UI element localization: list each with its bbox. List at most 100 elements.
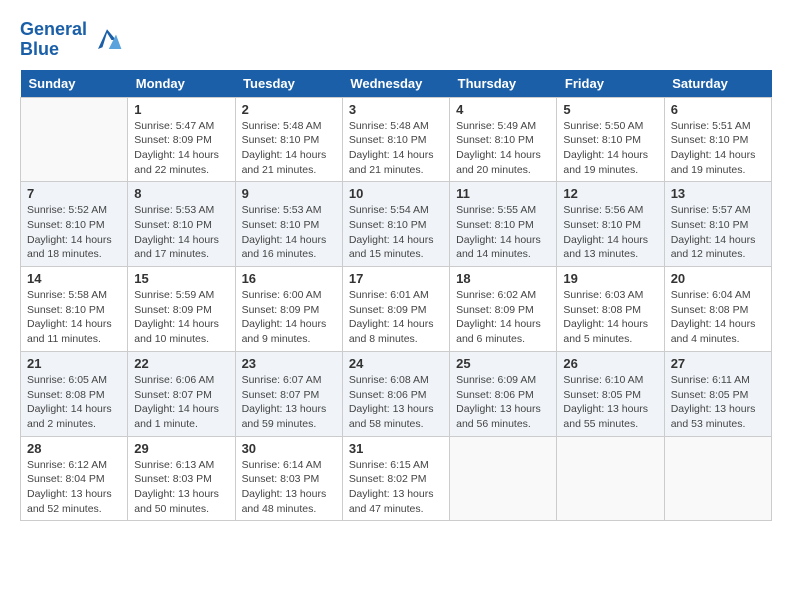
day-info: Sunrise: 5:55 AM Sunset: 8:10 PM Dayligh… <box>456 203 550 262</box>
day-info: Sunrise: 5:53 AM Sunset: 8:10 PM Dayligh… <box>242 203 336 262</box>
calendar-day-cell: 28Sunrise: 6:12 AM Sunset: 8:04 PM Dayli… <box>21 436 128 521</box>
day-number: 13 <box>671 186 765 201</box>
day-number: 29 <box>134 441 228 456</box>
calendar-day-cell: 7 Sunrise: 5:52 AM Sunset: 8:10 PM Daylig… <box>21 182 128 267</box>
day-of-week-header: Friday <box>557 70 664 98</box>
day-info: Sunrise: 6:03 AM Sunset: 8:08 PM Dayligh… <box>563 288 657 347</box>
calendar-day-cell: 5 Sunrise: 5:50 AM Sunset: 8:10 PM Daylig… <box>557 97 664 182</box>
day-number: 23 <box>242 356 336 371</box>
calendar-day-cell: 18 Sunrise: 6:02 AM Sunset: 8:09 PM Dayli… <box>450 267 557 352</box>
day-info: Sunrise: 5:47 AM Sunset: 8:09 PM Dayligh… <box>134 119 228 178</box>
day-number: 1 <box>134 102 228 117</box>
day-info: Sunrise: 6:02 AM Sunset: 8:09 PM Dayligh… <box>456 288 550 347</box>
calendar-day-cell: 15Sunrise: 5:59 AM Sunset: 8:09 PM Dayli… <box>128 267 235 352</box>
day-number: 9 <box>242 186 336 201</box>
day-number: 5 <box>563 102 657 117</box>
day-number: 4 <box>456 102 550 117</box>
calendar-day-cell: 17 Sunrise: 6:01 AM Sunset: 8:09 PM Dayli… <box>342 267 449 352</box>
day-number: 12 <box>563 186 657 201</box>
calendar-day-cell: 31 Sunrise: 6:15 AM Sunset: 8:02 PM Dayli… <box>342 436 449 521</box>
day-of-week-header: Tuesday <box>235 70 342 98</box>
day-info: Sunrise: 5:56 AM Sunset: 8:10 PM Dayligh… <box>563 203 657 262</box>
calendar-week-row: 14 Sunrise: 5:58 AM Sunset: 8:10 PM Dayli… <box>21 267 772 352</box>
day-number: 28 <box>27 441 121 456</box>
calendar-day-cell <box>450 436 557 521</box>
logo: General Blue <box>20 20 125 60</box>
day-info: Sunrise: 6:06 AM Sunset: 8:07 PM Dayligh… <box>134 373 228 432</box>
day-info: Sunrise: 5:52 AM Sunset: 8:10 PM Dayligh… <box>27 203 121 262</box>
day-number: 31 <box>349 441 443 456</box>
day-number: 14 <box>27 271 121 286</box>
page-header: General Blue <box>20 20 772 60</box>
day-number: 19 <box>563 271 657 286</box>
day-of-week-header: Thursday <box>450 70 557 98</box>
day-info: Sunrise: 5:51 AM Sunset: 8:10 PM Dayligh… <box>671 119 765 178</box>
day-number: 6 <box>671 102 765 117</box>
day-info: Sunrise: 5:59 AM Sunset: 8:09 PM Dayligh… <box>134 288 228 347</box>
calendar-day-cell: 6 Sunrise: 5:51 AM Sunset: 8:10 PM Daylig… <box>664 97 771 182</box>
logo-general: General <box>20 19 87 39</box>
day-number: 8 <box>134 186 228 201</box>
logo-blue: Blue <box>20 39 59 59</box>
day-number: 10 <box>349 186 443 201</box>
day-info: Sunrise: 5:48 AM Sunset: 8:10 PM Dayligh… <box>349 119 443 178</box>
day-number: 3 <box>349 102 443 117</box>
day-number: 7 <box>27 186 121 201</box>
day-number: 16 <box>242 271 336 286</box>
day-number: 18 <box>456 271 550 286</box>
day-info: Sunrise: 5:48 AM Sunset: 8:10 PM Dayligh… <box>242 119 336 178</box>
calendar-day-cell: 11Sunrise: 5:55 AM Sunset: 8:10 PM Dayli… <box>450 182 557 267</box>
day-number: 17 <box>349 271 443 286</box>
day-info: Sunrise: 5:57 AM Sunset: 8:10 PM Dayligh… <box>671 203 765 262</box>
day-info: Sunrise: 6:07 AM Sunset: 8:07 PM Dayligh… <box>242 373 336 432</box>
calendar-day-cell: 25Sunrise: 6:09 AM Sunset: 8:06 PM Dayli… <box>450 351 557 436</box>
day-info: Sunrise: 6:11 AM Sunset: 8:05 PM Dayligh… <box>671 373 765 432</box>
day-number: 27 <box>671 356 765 371</box>
calendar-day-cell: 27 Sunrise: 6:11 AM Sunset: 8:05 PM Dayli… <box>664 351 771 436</box>
calendar-day-cell: 13 Sunrise: 5:57 AM Sunset: 8:10 PM Dayli… <box>664 182 771 267</box>
day-info: Sunrise: 6:00 AM Sunset: 8:09 PM Dayligh… <box>242 288 336 347</box>
calendar-day-cell <box>664 436 771 521</box>
calendar-week-row: 1 Sunrise: 5:47 AM Sunset: 8:09 PM Daylig… <box>21 97 772 182</box>
calendar-day-cell: 4 Sunrise: 5:49 AM Sunset: 8:10 PM Daylig… <box>450 97 557 182</box>
day-info: Sunrise: 6:04 AM Sunset: 8:08 PM Dayligh… <box>671 288 765 347</box>
calendar-day-cell <box>21 97 128 182</box>
calendar-table: SundayMondayTuesdayWednesdayThursdayFrid… <box>20 70 772 522</box>
calendar-day-cell: 20 Sunrise: 6:04 AM Sunset: 8:08 PM Dayli… <box>664 267 771 352</box>
calendar-day-cell: 1 Sunrise: 5:47 AM Sunset: 8:09 PM Daylig… <box>128 97 235 182</box>
day-info: Sunrise: 6:15 AM Sunset: 8:02 PM Dayligh… <box>349 458 443 517</box>
day-info: Sunrise: 6:05 AM Sunset: 8:08 PM Dayligh… <box>27 373 121 432</box>
day-of-week-header: Sunday <box>21 70 128 98</box>
calendar-day-cell: 24Sunrise: 6:08 AM Sunset: 8:06 PM Dayli… <box>342 351 449 436</box>
day-info: Sunrise: 6:14 AM Sunset: 8:03 PM Dayligh… <box>242 458 336 517</box>
calendar-week-row: 21 Sunrise: 6:05 AM Sunset: 8:08 PM Dayli… <box>21 351 772 436</box>
calendar-day-cell: 12 Sunrise: 5:56 AM Sunset: 8:10 PM Dayli… <box>557 182 664 267</box>
calendar-day-cell: 29 Sunrise: 6:13 AM Sunset: 8:03 PM Dayli… <box>128 436 235 521</box>
calendar-day-cell: 19 Sunrise: 6:03 AM Sunset: 8:08 PM Dayli… <box>557 267 664 352</box>
day-info: Sunrise: 6:09 AM Sunset: 8:06 PM Dayligh… <box>456 373 550 432</box>
day-info: Sunrise: 6:01 AM Sunset: 8:09 PM Dayligh… <box>349 288 443 347</box>
day-number: 26 <box>563 356 657 371</box>
day-info: Sunrise: 6:10 AM Sunset: 8:05 PM Dayligh… <box>563 373 657 432</box>
day-header-row: SundayMondayTuesdayWednesdayThursdayFrid… <box>21 70 772 98</box>
calendar-day-cell: 9 Sunrise: 5:53 AM Sunset: 8:10 PM Daylig… <box>235 182 342 267</box>
day-of-week-header: Monday <box>128 70 235 98</box>
calendar-week-row: 28Sunrise: 6:12 AM Sunset: 8:04 PM Dayli… <box>21 436 772 521</box>
day-info: Sunrise: 5:50 AM Sunset: 8:10 PM Dayligh… <box>563 119 657 178</box>
day-number: 30 <box>242 441 336 456</box>
day-number: 21 <box>27 356 121 371</box>
day-info: Sunrise: 5:49 AM Sunset: 8:10 PM Dayligh… <box>456 119 550 178</box>
calendar-day-cell: 8Sunrise: 5:53 AM Sunset: 8:10 PM Daylig… <box>128 182 235 267</box>
day-number: 20 <box>671 271 765 286</box>
day-number: 2 <box>242 102 336 117</box>
day-info: Sunrise: 5:58 AM Sunset: 8:10 PM Dayligh… <box>27 288 121 347</box>
day-of-week-header: Wednesday <box>342 70 449 98</box>
calendar-day-cell: 10Sunrise: 5:54 AM Sunset: 8:10 PM Dayli… <box>342 182 449 267</box>
calendar-day-cell: 16 Sunrise: 6:00 AM Sunset: 8:09 PM Dayli… <box>235 267 342 352</box>
calendar-day-cell <box>557 436 664 521</box>
day-info: Sunrise: 6:08 AM Sunset: 8:06 PM Dayligh… <box>349 373 443 432</box>
calendar-day-cell: 26 Sunrise: 6:10 AM Sunset: 8:05 PM Dayli… <box>557 351 664 436</box>
day-number: 22 <box>134 356 228 371</box>
calendar-day-cell: 3 Sunrise: 5:48 AM Sunset: 8:10 PM Daylig… <box>342 97 449 182</box>
day-info: Sunrise: 6:13 AM Sunset: 8:03 PM Dayligh… <box>134 458 228 517</box>
